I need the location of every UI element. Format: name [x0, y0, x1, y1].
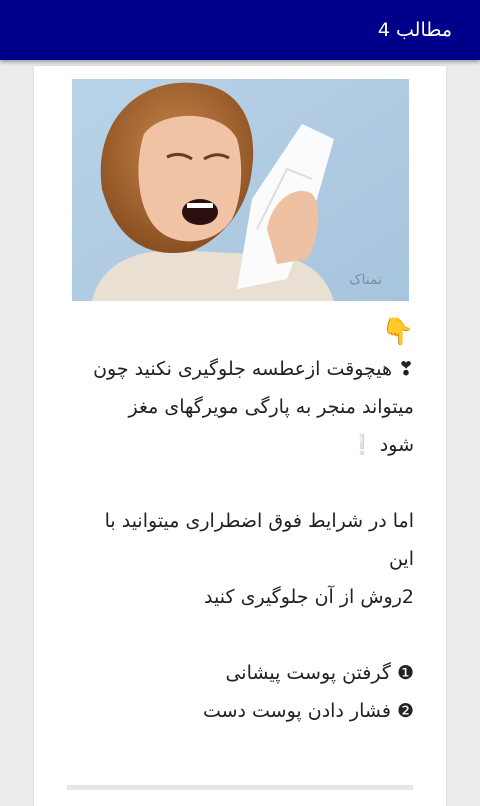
- article-line: شود ❕: [350, 434, 414, 456]
- article-body: 👇 ❣ هیچوقت ازعطسه جلوگیری نکنید چون میتو…: [74, 314, 414, 730]
- list-item: ❷ فشار دادن پوست دست: [202, 700, 414, 722]
- article-line: 2روش از آن جلوگیری کنید: [204, 586, 414, 608]
- pointer-down-icon: 👇: [381, 317, 414, 347]
- article-image: نمناک: [72, 79, 409, 301]
- list-item: ❶ گرفتن پوست پیشانی: [225, 662, 414, 684]
- article-line: اما در شرایط فوق اضطراری میتوانید با این: [104, 510, 414, 570]
- article-line: ❣ هیچوقت ازعطسه جلوگیری نکنید چون: [93, 358, 414, 380]
- watermark-text: نمناک: [349, 272, 382, 288]
- article-card: نمناک 👇 ❣ هیچوقت ازعطسه جلوگیری نکنید چو…: [34, 66, 446, 806]
- article-line: میتواند منجر به پارگی مویرگهای مغز: [128, 396, 414, 418]
- divider: [67, 785, 413, 790]
- page-title: مطالب 4: [377, 19, 452, 41]
- app-bar: مطالب 4: [0, 0, 480, 60]
